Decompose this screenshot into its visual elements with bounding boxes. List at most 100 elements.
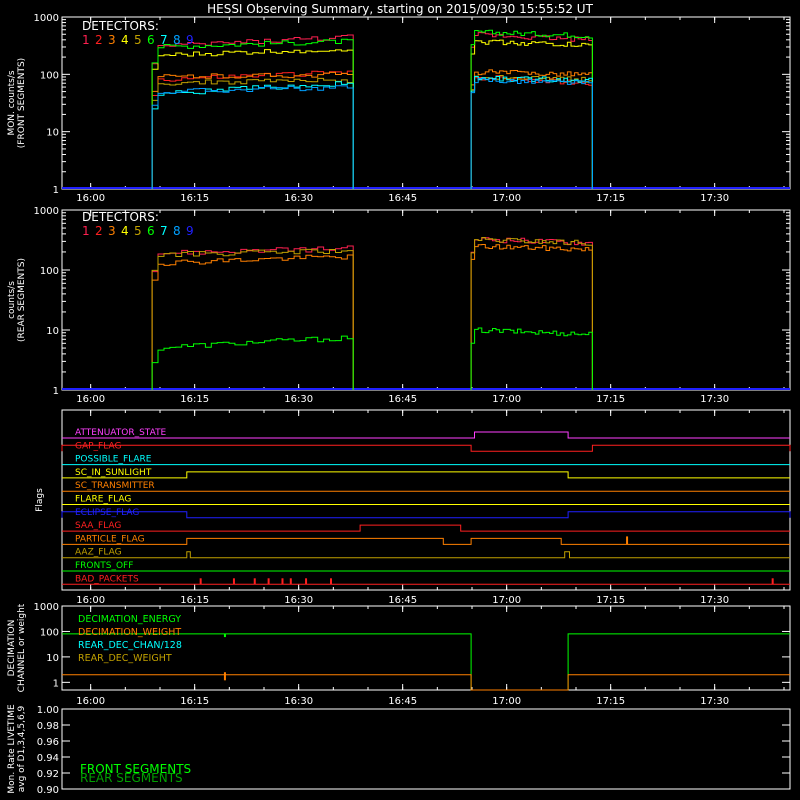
front-legend-digit: 4 — [121, 33, 129, 47]
flag-label-attenuator_state: ATTENUATOR_STATE — [75, 428, 167, 438]
front-panel-xtick-label: 16:00 — [76, 193, 105, 204]
flag-label-saa_flag: SAA_FLAG — [75, 521, 121, 531]
decimation-ytick-label: 100 — [40, 627, 59, 638]
decimation-panel-xtick-label: 16:00 — [76, 696, 105, 707]
rear-legend-title: DETECTORS: — [82, 210, 159, 224]
flag-label-bad_packets: BAD_PACKETS — [75, 574, 139, 584]
front-legend-digit: 6 — [147, 33, 155, 47]
front-panel-ytick-label: 1 — [53, 185, 59, 196]
chart-title: HESSI Observing Summary, starting on 201… — [207, 2, 593, 16]
front-legend-digit: 2 — [95, 33, 103, 47]
decimation-ytick-label: 1 — [53, 678, 59, 689]
rear-legend-digit: 6 — [147, 224, 155, 238]
front-panel-xtick-label: 17:00 — [492, 193, 521, 204]
flags-panel-xtick-label: 17:30 — [700, 595, 729, 606]
front-series-det1 — [151, 32, 593, 189]
rear-legend-digit: 1 — [82, 224, 90, 238]
front-series-det5 — [151, 75, 593, 189]
decimation-legend-rear-dec-weight: REAR_DEC_WEIGHT — [78, 653, 172, 664]
decimation-panel-xtick-label: 16:45 — [388, 696, 417, 707]
rear-series-det1 — [151, 237, 593, 390]
flags-panel-xtick-label: 16:00 — [76, 595, 105, 606]
decimation-panel-xtick-label: 16:15 — [180, 696, 209, 707]
front-panel-ytick-label: 1000 — [34, 13, 59, 24]
decimation-panel-xtick-label: 16:30 — [284, 696, 313, 707]
front-legend-digit: 5 — [134, 33, 142, 47]
flag-label-particle_flag: PARTICLE_FLAG — [75, 534, 145, 544]
front-series-det6 — [151, 29, 593, 189]
rear-legend-digit: 7 — [160, 224, 168, 238]
decimation-series-decimation-weight — [62, 674, 790, 691]
front-panel-xtick-label: 17:30 — [700, 193, 729, 204]
flag-line-gap_flag — [61, 444, 791, 452]
front-legend-digit: 7 — [160, 33, 168, 47]
front-legend-digit: 8 — [173, 33, 181, 47]
front-panel-xtick-label: 16:15 — [180, 193, 209, 204]
livetime-ytick-label: 1.00 — [37, 705, 59, 716]
front-panel-frame — [61, 16, 791, 190]
front-series-det2 — [151, 70, 593, 189]
decimation-panel-xtick-label: 17:00 — [492, 696, 521, 707]
decimation-legend-decimation-weight: DECIMATION_WEIGHT — [78, 627, 181, 638]
livetime-ytick-label: 0.90 — [37, 785, 59, 796]
flag-label-gap_flag: GAP_FLAG — [75, 441, 121, 451]
decimation-panel-ylabel: DECIMATION — [7, 620, 17, 677]
livetime-panel-ylabel: avg of D1,3,4,5,6,9 — [17, 705, 27, 792]
flag-label-aaz_flag: AAZ_FLAG — [75, 548, 122, 558]
flags-panel-ylabel: Flags — [35, 488, 45, 512]
rear-legend-digit: 9 — [186, 224, 194, 238]
flags-panel-xtick-label: 17:15 — [596, 595, 625, 606]
front-legend-digit: 3 — [108, 33, 116, 47]
rear-panel-xtick-label: 16:00 — [76, 394, 105, 405]
flag-line-sc_in_sunlight — [62, 471, 790, 479]
livetime-ytick-label: 0.92 — [37, 769, 59, 780]
rear-legend-digit: 5 — [134, 224, 142, 238]
flags-panel-xtick-label: 16:15 — [180, 595, 209, 606]
rear-panel-xtick-label: 17:30 — [700, 394, 729, 405]
flag-line-eclipse_flag — [61, 511, 791, 519]
front-panel-ytick-label: 10 — [46, 128, 59, 139]
front-panel-ylabel: MON. counts/s — [7, 70, 17, 135]
rear-panel-ylabel: (REAR SEGMENTS) — [17, 258, 27, 342]
decimation-panel-xtick-label: 17:30 — [700, 696, 729, 707]
rear-legend-digit: 4 — [121, 224, 129, 238]
front-legend-digit: 9 — [186, 33, 194, 47]
front-panel-xtick-label: 16:45 — [388, 193, 417, 204]
rear-panel-xtick-label: 16:45 — [388, 394, 417, 405]
flags-panel-xtick-label: 17:00 — [492, 595, 521, 606]
hessi-summary-chart: HESSI Observing Summary, starting on 201… — [7, 2, 791, 796]
front-series-det7 — [151, 76, 593, 189]
rear-legend-digit: 2 — [95, 224, 103, 238]
livetime-legend-rear-segments: REAR SEGMENTS — [80, 771, 183, 785]
decimation-panel-ylabel: CHANNEL or weight — [17, 603, 27, 692]
livetime-ytick-label: 0.94 — [37, 753, 59, 764]
flags-panel-xtick-label: 16:30 — [284, 595, 313, 606]
front-legend-digit: 1 — [82, 33, 90, 47]
rear-series-det3 — [151, 244, 593, 390]
flags-panel-xtick-label: 16:45 — [388, 595, 417, 606]
front-panel-xtick-label: 17:15 — [596, 193, 625, 204]
decimation-legend-decimation-energy: DECIMATION_ENERGY — [78, 614, 181, 625]
rear-panel-ytick-label: 1000 — [34, 206, 59, 217]
livetime-panel-ylabel: Mon. Rate LIVETIME — [7, 704, 17, 794]
decimation-ytick-label: 1000 — [34, 602, 59, 613]
decimation-legend-rear-dec-chan-128: REAR_DEC_CHAN/128 — [78, 640, 182, 651]
flag-label-eclipse_flag: ECLIPSE_FLAG — [75, 508, 139, 518]
front-series-det8 — [151, 78, 593, 189]
front-panel-xtick-label: 16:30 — [284, 193, 313, 204]
flag-label-sc_in_sunlight: SC_IN_SUNLIGHT — [75, 468, 152, 478]
flag-line-particle_flag — [62, 537, 790, 545]
flag-line-attenuator_state — [62, 431, 790, 439]
flag-line-aaz_flag — [62, 551, 790, 559]
front-series-det4 — [151, 39, 593, 189]
flag-label-possible_flare: POSSIBLE_FLARE — [75, 455, 152, 465]
flag-label-flare_flag: FLARE_FLAG — [75, 495, 131, 505]
flag-label-fronts_off: FRONTS_OFF — [75, 561, 133, 571]
front-panel-ytick-label: 100 — [40, 70, 59, 81]
rear-panel-ytick-label: 10 — [46, 326, 59, 337]
rear-series-det5 — [151, 237, 593, 390]
rear-legend-digit: 3 — [108, 224, 116, 238]
rear-legend-digit: 8 — [173, 224, 181, 238]
rear-panel-frame — [61, 209, 791, 391]
rear-panel-xtick-label: 17:00 — [492, 394, 521, 405]
